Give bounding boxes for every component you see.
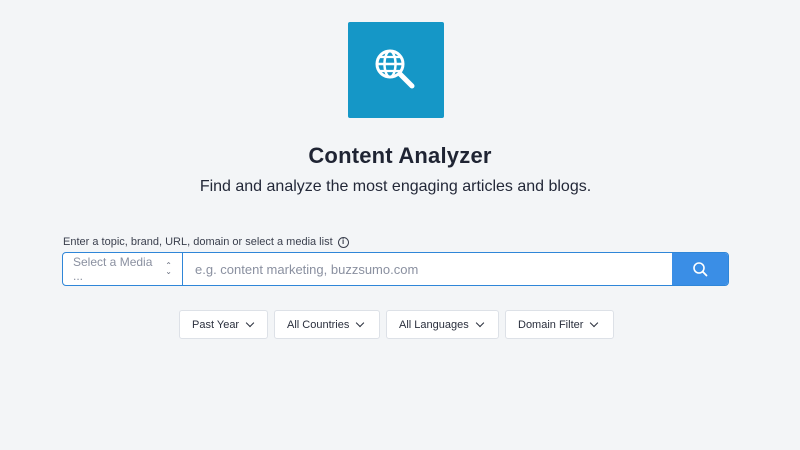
filter-country[interactable]: All Countries — [274, 310, 380, 339]
filter-label: Domain Filter — [518, 318, 584, 331]
chevron-down-icon — [590, 318, 599, 328]
filter-label: Past Year — [192, 318, 240, 331]
chevron-down-icon — [245, 318, 255, 328]
search-label: Enter a topic, brand, URL, domain or sel… — [63, 236, 349, 248]
app-logo — [348, 22, 444, 118]
filter-time-range[interactable]: Past Year — [179, 310, 268, 339]
page-title: Content Analyzer — [308, 143, 492, 168]
media-list-select-label: Select a Media ... — [73, 255, 153, 283]
chevron-down-icon — [475, 318, 484, 328]
filter-label: All Languages — [399, 318, 469, 331]
media-list-select[interactable]: Select a Media ... ⌃ ⌄ — [63, 253, 183, 285]
page-subtitle: Find and analyze the most engaging artic… — [199, 178, 592, 195]
search-input[interactable] — [183, 253, 672, 285]
updown-chevron-icon: ⌃ ⌄ — [165, 261, 172, 276]
search-label-text: Enter a topic, brand, URL, domain or sel… — [63, 236, 333, 248]
filter-bar: Past Year All Countries All Languages Do… — [179, 310, 614, 339]
chevron-down-icon — [356, 318, 365, 328]
search-bar: Select a Media ... ⌃ ⌄ — [62, 252, 729, 286]
search-icon — [693, 262, 708, 277]
globe-search-icon — [375, 49, 415, 89]
filter-language[interactable]: All Languages — [386, 310, 499, 339]
search-button[interactable] — [672, 253, 728, 285]
info-icon[interactable]: i — [337, 236, 349, 248]
filter-domain[interactable]: Domain Filter — [505, 310, 614, 339]
filter-label: All Countries — [287, 318, 350, 331]
